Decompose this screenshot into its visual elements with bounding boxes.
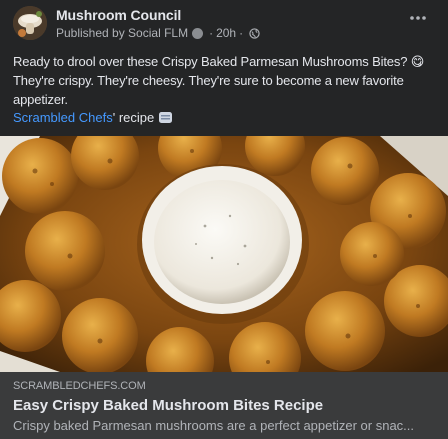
more-options-icon: [410, 16, 426, 20]
more-options-button[interactable]: [404, 8, 432, 28]
meta-separator-2: ·: [239, 26, 244, 40]
page-name[interactable]: Mushroom Council: [56, 7, 181, 23]
globe-icon: [249, 27, 260, 39]
link-title[interactable]: Easy Crispy Baked Mushroom Bites Recipe: [13, 397, 323, 414]
meta-separator: ·: [209, 26, 214, 40]
mushroom-avatar-icon: [13, 6, 47, 40]
credit-link[interactable]: Scrambled Chefs: [13, 110, 113, 125]
link-domain: SCRAMBLEDCHEFS.COM: [13, 380, 146, 392]
link-description: Crispy baked Parmesan mushrooms are a pe…: [13, 418, 415, 433]
published-by[interactable]: Published by Social FLM: [56, 26, 188, 40]
post-time[interactable]: 20h: [216, 26, 236, 40]
mushroom-bites-image: [0, 136, 448, 372]
credit-suffix: ' recipe: [112, 110, 155, 125]
link-preview-card[interactable]: SCRAMBLEDCHEFS.COM Easy Crispy Baked Mus…: [0, 372, 448, 439]
info-badge-icon[interactable]: [192, 27, 204, 39]
post-meta: Published by Social FLM · 20h ·: [56, 26, 260, 40]
post-text: Ready to drool over these Crispy Baked P…: [13, 54, 425, 107]
post-header: Mushroom Council Published by Social FLM…: [0, 0, 448, 46]
recipe-book-icon: [158, 111, 173, 124]
recipe-credit: Scrambled Chefs ' recipe: [13, 110, 173, 125]
page-avatar[interactable]: [13, 6, 47, 40]
post-photo[interactable]: [0, 136, 448, 372]
